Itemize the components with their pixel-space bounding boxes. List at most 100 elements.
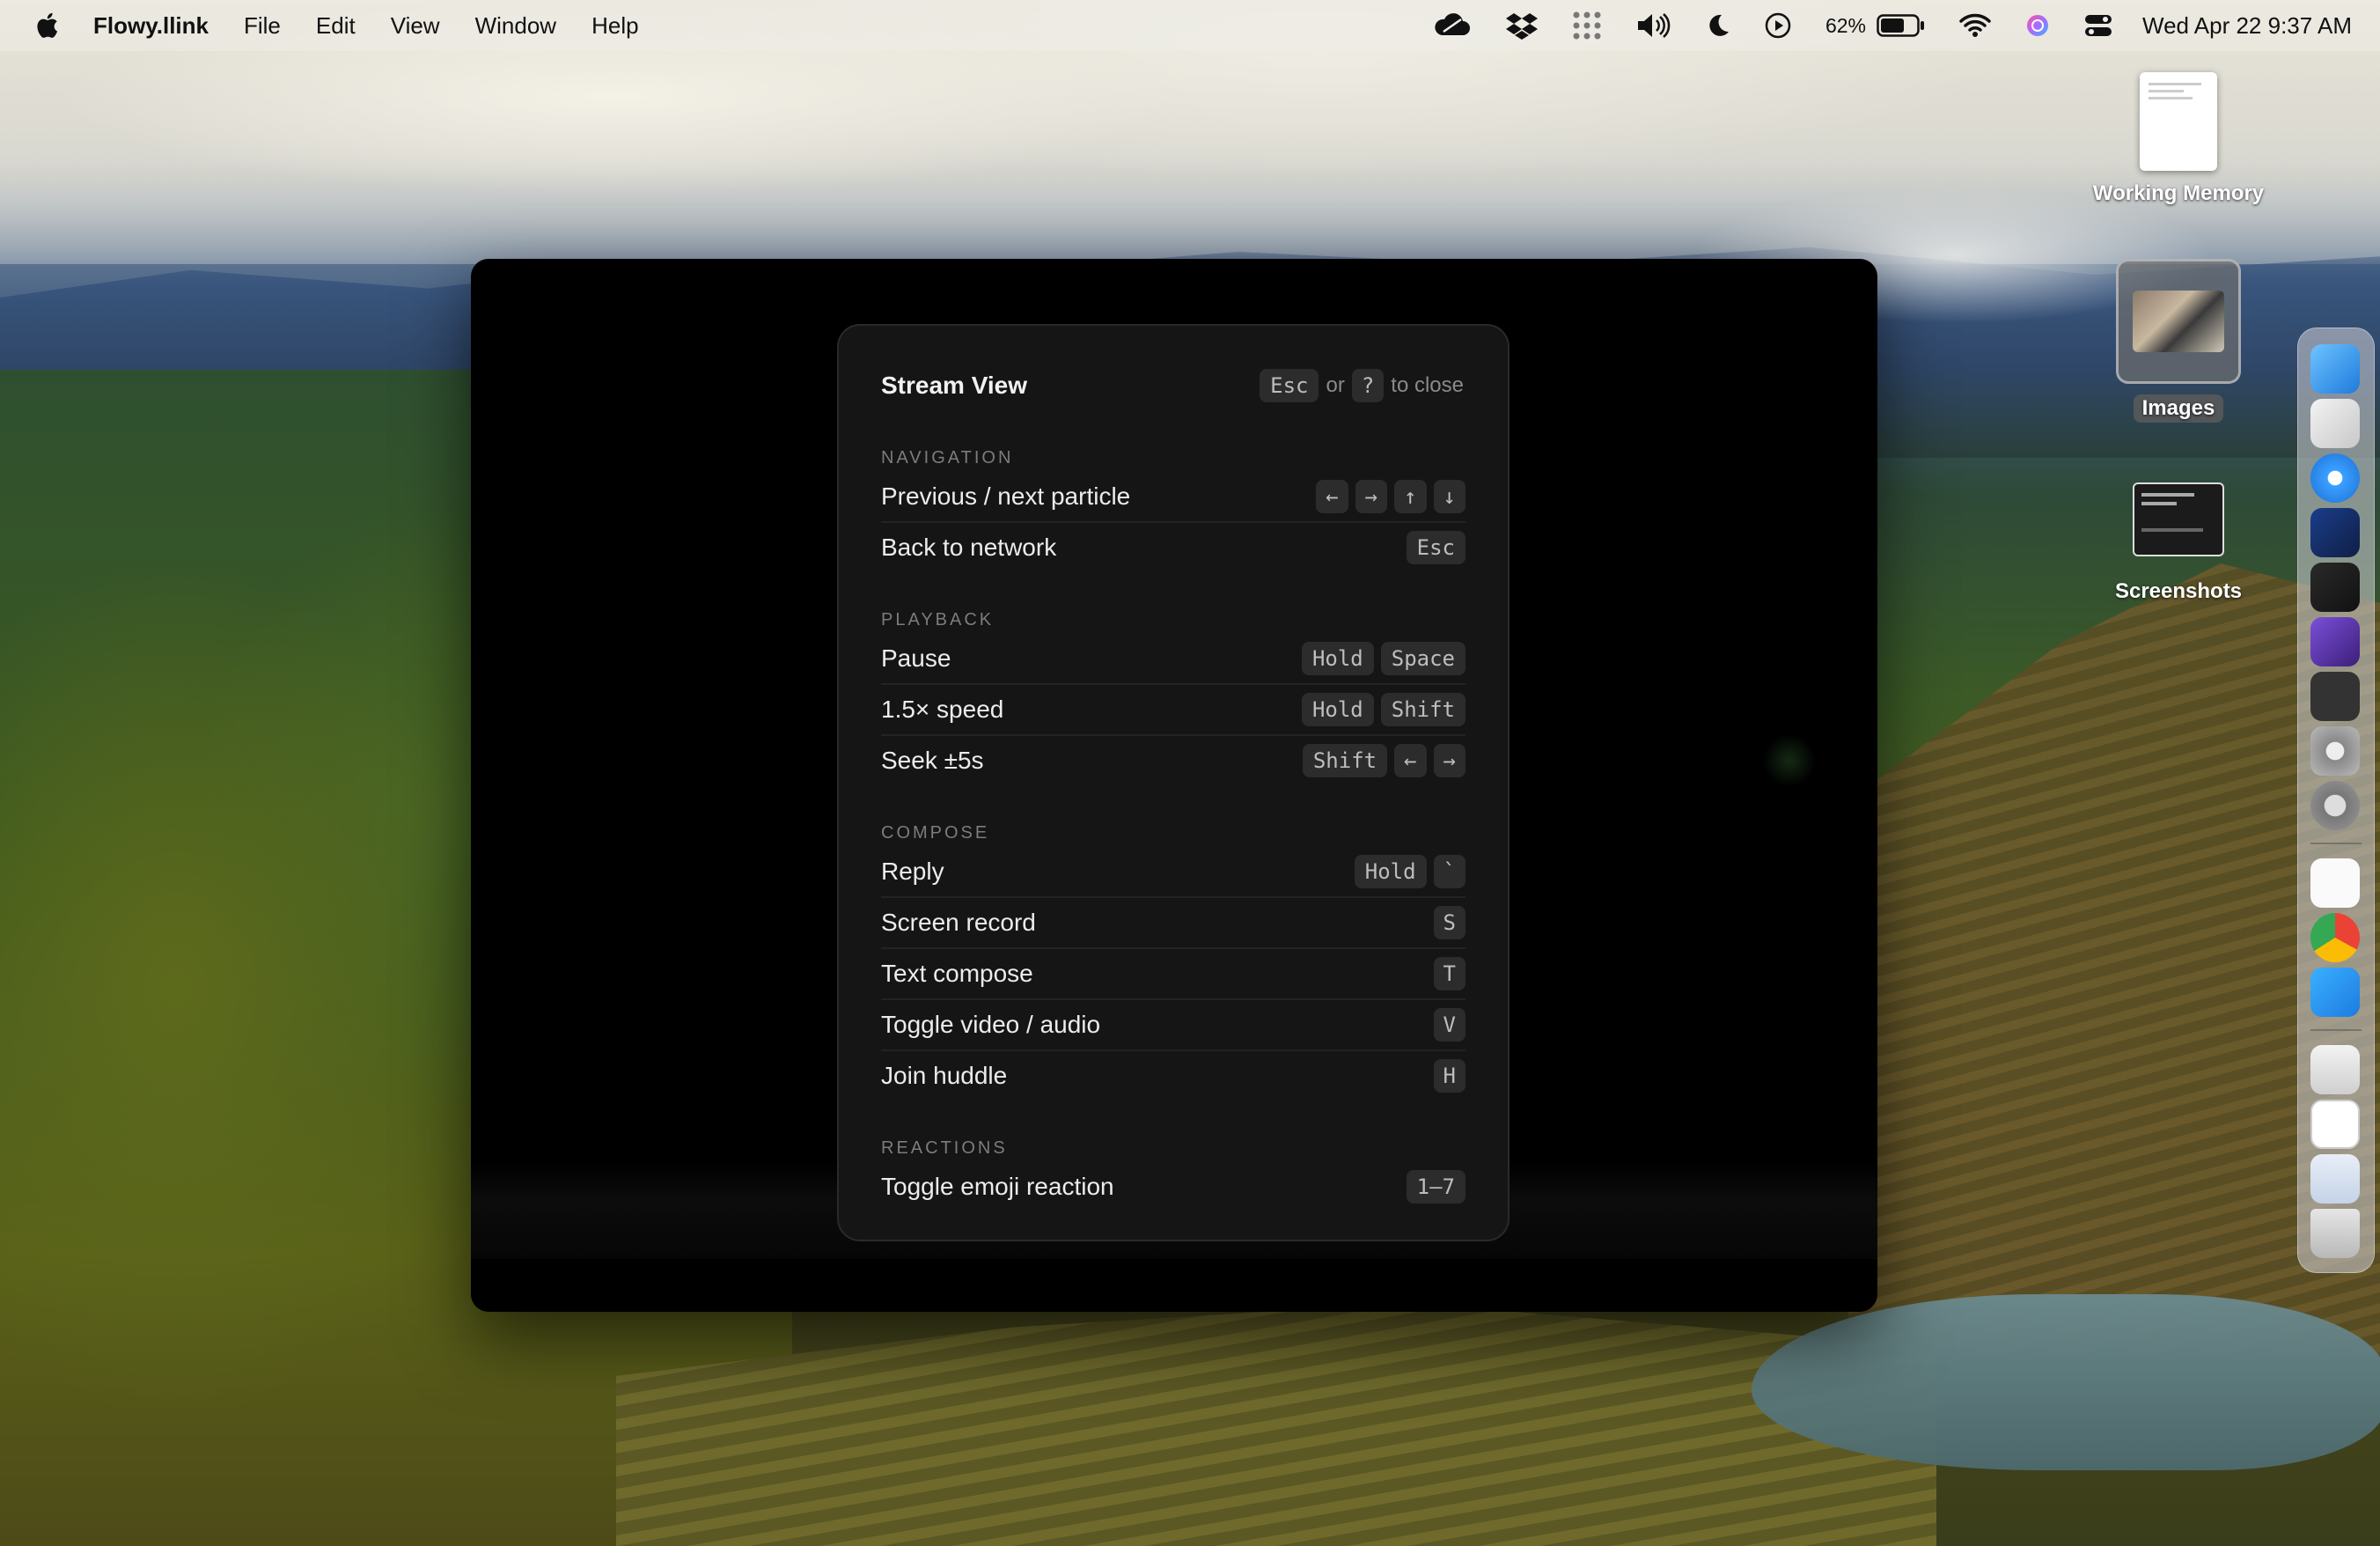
shortcut-action: Back to network <box>881 534 1057 561</box>
wallpaper-lake <box>1752 1294 2380 1470</box>
shortcut-row: Join huddle H <box>881 1051 1465 1101</box>
shortcut-keys: 1–7 <box>1399 1170 1465 1204</box>
section-label: NAVIGATION <box>881 448 1014 467</box>
kbd-key: ← <box>1316 480 1348 513</box>
menu-edit[interactable]: Edit <box>316 12 356 40</box>
desktop-item-working-memory[interactable]: Working Memory <box>2077 72 2280 206</box>
dock-separator <box>2310 1029 2362 1031</box>
kbd-key: ` <box>1433 855 1465 888</box>
trash-icon[interactable] <box>2310 1209 2360 1258</box>
disk-utility-icon[interactable] <box>2310 726 2360 776</box>
shortcut-action: Screen record <box>881 909 1036 936</box>
safari-icon[interactable] <box>2310 453 2360 503</box>
obsidian-icon[interactable] <box>2310 617 2360 666</box>
desktop-item-screenshots[interactable]: Screenshots <box>2077 482 2280 604</box>
document-icon[interactable] <box>2310 1100 2360 1149</box>
shortcut-action: 1.5× speed <box>881 696 1004 723</box>
desktop-item-label: Screenshots <box>2114 579 2243 603</box>
desktop-item-label: Images <box>2133 394 2224 423</box>
menu-file[interactable]: File <box>244 12 281 40</box>
kbd-key: Space <box>1380 642 1465 675</box>
cloud-icon[interactable] <box>1433 12 1472 39</box>
moon-icon[interactable] <box>1704 12 1730 39</box>
volume-icon[interactable] <box>1635 12 1671 39</box>
kbd-key: → <box>1433 744 1465 777</box>
faint-particle <box>1763 734 1816 787</box>
activity-monitor-icon[interactable] <box>2310 563 2360 612</box>
shortcut-action: Join huddle <box>881 1062 1008 1089</box>
dock-separator <box>2310 843 2362 844</box>
play-circle-icon[interactable] <box>1764 11 1792 40</box>
fl-app-icon[interactable] <box>2310 672 2360 721</box>
close-hint-or: or <box>1326 373 1345 397</box>
shortcut-action: Text compose <box>881 960 1033 987</box>
textedit-icon[interactable] <box>2310 858 2360 908</box>
menu-help[interactable]: Help <box>591 12 638 40</box>
preview-icon[interactable] <box>2310 1045 2360 1094</box>
section-label: PLAYBACK <box>881 610 995 629</box>
section-reactions: REACTIONS Toggle emoji reaction 1–7 <box>881 1134 1465 1211</box>
screenshot-stack-icon <box>2133 482 2224 556</box>
menu-window[interactable]: Window <box>475 12 556 40</box>
kbd-key: 1–7 <box>1406 1170 1465 1204</box>
shortcut-row: Reply Hold ` <box>881 847 1465 898</box>
dock <box>2297 328 2375 1273</box>
grid-icon[interactable] <box>1572 11 1602 40</box>
panel-header: Stream View Esc or ? to close <box>881 368 1465 403</box>
desktop-item-images[interactable]: Images <box>2077 259 2280 423</box>
section-compose: COMPOSE Reply Hold ` Screen record S Tex… <box>881 819 1465 1101</box>
desktop-item-label: Working Memory <box>2092 181 2265 205</box>
shortcut-keys: T <box>1427 957 1465 990</box>
menu-view[interactable]: View <box>391 12 440 40</box>
kbd-key: Hold <box>1301 693 1374 726</box>
close-hint: Esc or ? to close <box>1254 369 1465 402</box>
apple-menu-icon[interactable] <box>33 11 60 40</box>
shortcut-row: Screen record S <box>881 898 1465 949</box>
wifi-icon[interactable] <box>1959 13 1991 38</box>
kbd-key: ← <box>1394 744 1427 777</box>
app-icon[interactable] <box>2310 508 2360 557</box>
spreadsheet-icon[interactable] <box>2310 1154 2360 1204</box>
shortcut-row: Seek ±5s Shift ← → <box>881 736 1465 785</box>
battery-percent: 62% <box>1825 13 1866 37</box>
kbd-key: ↓ <box>1433 480 1465 513</box>
kbd-key: Shift <box>1380 693 1465 726</box>
finder-icon[interactable] <box>2310 344 2360 394</box>
icloud-icon[interactable] <box>2310 968 2360 1017</box>
shortcut-keys: Hold Shift <box>1295 693 1465 726</box>
kbd-key: Esc <box>1406 531 1465 564</box>
kbd-key: Shift <box>1302 744 1388 777</box>
shortcut-keys: S <box>1427 906 1465 939</box>
launchpad-icon[interactable] <box>2310 399 2360 448</box>
kbd-key: V <box>1433 1008 1465 1042</box>
document-icon <box>2140 72 2217 171</box>
wallpaper-vineyard-bottom <box>616 1303 1936 1546</box>
app-name-menu[interactable]: Flowy.llink <box>93 12 209 40</box>
kbd-question: ? <box>1351 369 1385 402</box>
kbd-key: → <box>1355 480 1388 513</box>
close-hint-suffix: to close <box>1391 373 1464 397</box>
kbd-esc: Esc <box>1260 369 1319 402</box>
shortcut-row: Pause Hold Space <box>881 634 1465 685</box>
app-window: Stream View Esc or ? to close NAVIGATION… <box>471 259 1877 1312</box>
kbd-key: Hold <box>1354 855 1427 888</box>
shortcut-action: Seek ±5s <box>881 747 984 774</box>
shortcut-row: Text compose T <box>881 949 1465 1000</box>
menu-clock[interactable]: Wed Apr 22 9:37 AM <box>2142 12 2352 40</box>
control-center-icon[interactable] <box>2084 12 2112 39</box>
shortcut-row: Toggle video / audio V <box>881 1000 1465 1051</box>
battery-icon[interactable] <box>1877 14 1926 37</box>
shortcut-row: 1.5× speed Hold Shift <box>881 685 1465 736</box>
kbd-key: H <box>1433 1059 1465 1093</box>
menu-bar: Flowy.llink File Edit View Window Help 6… <box>0 0 2380 51</box>
folder-thumbnail-icon <box>2116 259 2241 384</box>
shortcut-keys: H <box>1427 1059 1465 1093</box>
siri-icon[interactable] <box>2024 12 2051 39</box>
shortcut-keys: Shift ← → <box>1296 744 1465 777</box>
chrome-icon[interactable] <box>2310 913 2360 962</box>
dropbox-icon[interactable] <box>1505 11 1539 40</box>
kbd-key: S <box>1433 906 1465 939</box>
system-settings-icon[interactable] <box>2310 781 2360 830</box>
shortcut-keys: Hold ` <box>1348 855 1465 888</box>
shortcut-action: Previous / next particle <box>881 482 1131 510</box>
